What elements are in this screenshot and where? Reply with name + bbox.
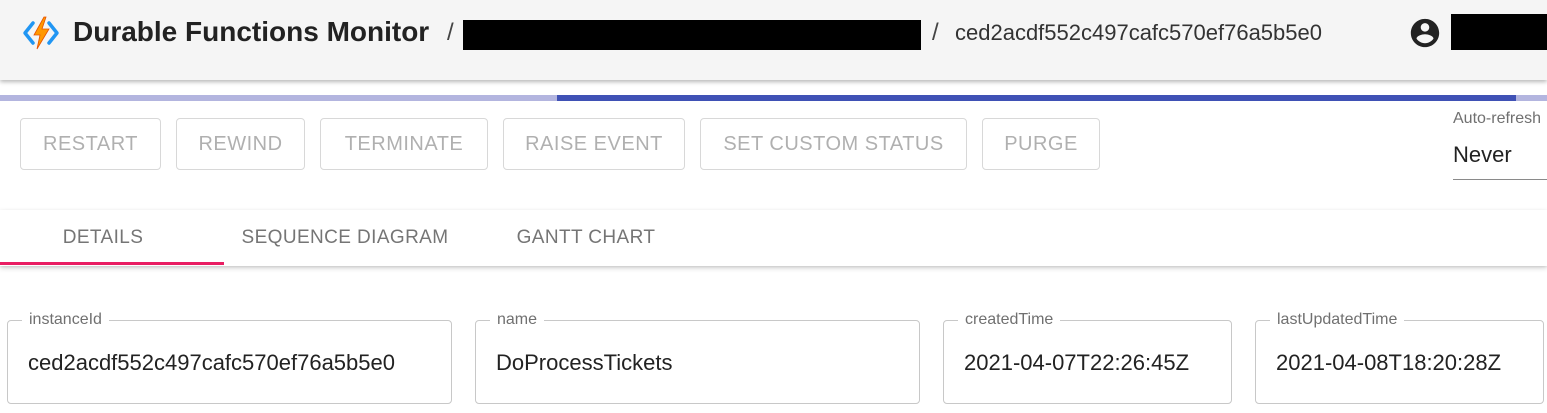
app-title: Durable Functions Monitor [73, 16, 430, 47]
redacted-breadcrumb-link[interactable] [463, 20, 921, 50]
loading-progress-bar [0, 95, 1547, 101]
breadcrumb-separator: / [447, 19, 454, 46]
field-label: instanceId [22, 310, 109, 330]
field-value: DoProcessTickets [496, 350, 673, 375]
restart-button[interactable]: RESTART [20, 118, 161, 170]
tab-details[interactable]: DETAILS [0, 210, 206, 266]
durable-functions-logo-icon [23, 16, 59, 50]
active-tab-indicator [0, 262, 224, 265]
name-field[interactable]: name DoProcessTickets [475, 310, 920, 404]
field-label: name [490, 310, 545, 330]
field-value: ced2acdf552c497cafc570ef76a5b5e0 [28, 350, 395, 375]
auto-refresh-select[interactable]: Never [1453, 142, 1512, 168]
rewind-button[interactable]: REWIND [176, 118, 305, 170]
tab-gantt-chart[interactable]: GANTT CHART [486, 210, 686, 266]
set-custom-status-button[interactable]: SET CUSTOM STATUS [700, 118, 967, 170]
account-circle-icon[interactable] [1408, 16, 1442, 50]
field-label: lastUpdatedTime [1270, 310, 1405, 330]
auto-refresh-label: Auto-refresh [1453, 110, 1542, 127]
tab-sequence-diagram[interactable]: SEQUENCE DIAGRAM [224, 210, 466, 266]
last-updated-time-field[interactable]: lastUpdatedTime 2021-04-08T18:20:28Z [1255, 310, 1544, 404]
redacted-user-name [1451, 14, 1547, 50]
auto-refresh-underline [1453, 179, 1547, 180]
field-value: 2021-04-07T22:26:45Z [964, 350, 1190, 375]
created-time-field[interactable]: createdTime 2021-04-07T22:26:45Z [943, 310, 1232, 404]
field-value: 2021-04-08T18:20:28Z [1276, 350, 1502, 375]
instance-id-field[interactable]: instanceId ced2acdf552c497cafc570ef76a5b… [7, 310, 452, 404]
raise-event-button[interactable]: RAISE EVENT [503, 118, 685, 170]
breadcrumb-instance-id: ced2acdf552c497cafc570ef76a5b5e0 [955, 20, 1322, 45]
field-label: createdTime [958, 310, 1061, 330]
tab-bar: DETAILS SEQUENCE DIAGRAM GANTT CHART [0, 210, 1547, 266]
terminate-button[interactable]: TERMINATE [320, 118, 488, 170]
app-bar: Durable Functions Monitor / / ced2acdf55… [0, 0, 1547, 80]
progress-indicator [556, 95, 1517, 101]
breadcrumb-separator: / [932, 19, 939, 46]
purge-button[interactable]: PURGE [982, 118, 1100, 170]
